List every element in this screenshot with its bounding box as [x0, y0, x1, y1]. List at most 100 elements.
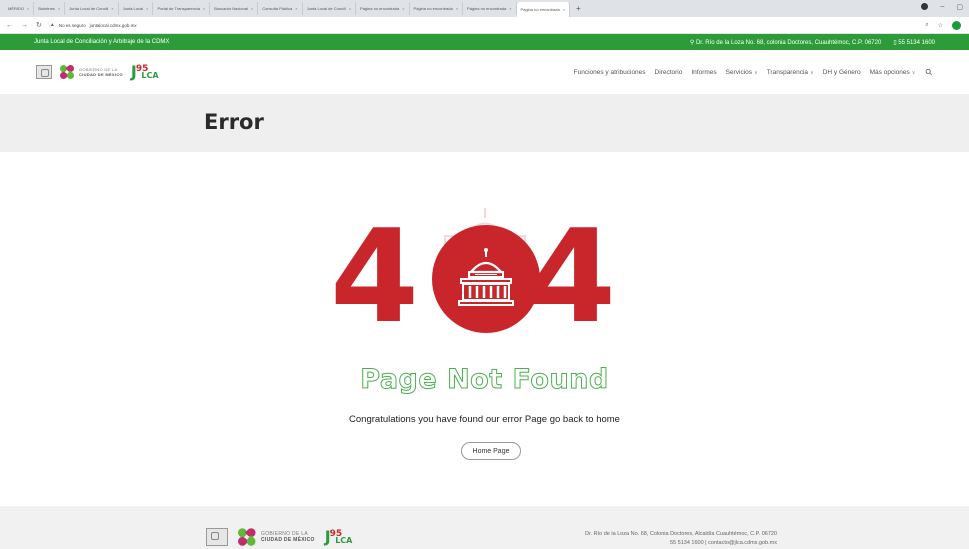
location-pin-icon: ⚲ — [689, 39, 695, 46]
close-tab-icon[interactable]: × — [58, 6, 60, 11]
close-tab-icon[interactable]: × — [251, 6, 253, 11]
national-seal-logo — [36, 65, 52, 79]
url-field[interactable]: ▲ No es seguro juntalocal.cdmx.gob.mx — [50, 22, 137, 28]
error-content: 4 4 Page Not Found Congratulations you h… — [0, 152, 969, 499]
close-tab-icon[interactable]: × — [146, 6, 148, 11]
close-tab-icon[interactable]: × — [295, 6, 297, 11]
browser-tab-label: Página no encontrada — [413, 6, 453, 11]
close-tab-icon[interactable]: × — [509, 6, 511, 11]
browser-tab-label: Portal de Transparencia — [157, 6, 200, 11]
nav-item[interactable]: Informes — [691, 69, 716, 76]
browser-tab[interactable]: Junta Local de Concili × — [65, 2, 119, 15]
browser-tab[interactable]: Consulta Pública × — [258, 2, 303, 15]
error-digit-left: 4 — [330, 203, 420, 352]
phone-text[interactable]: 55 5134 1600 — [898, 40, 935, 46]
page-title: Error — [204, 110, 264, 134]
footer-cdmx-emblem-icon — [236, 526, 258, 548]
not-secure-icon: ▲ — [49, 22, 55, 28]
site-header: GOBIERNO DE LA CIUDAD DE MÉXICO J 95 LCA… — [0, 50, 969, 94]
back-icon[interactable]: ← — [6, 22, 13, 29]
site-footer: GOBIERNO DE LA CIUDAD DE MÉXICO J 95 LCA… — [0, 506, 969, 549]
forward-icon[interactable]: → — [21, 22, 28, 29]
window-controls: – ▢ — [921, 3, 963, 11]
phone-icon: ▯ — [893, 39, 897, 46]
cdmx-logo: GOBIERNO DE LA CIUDAD DE MÉXICO — [58, 63, 123, 81]
reload-icon[interactable]: ↻ — [36, 21, 42, 29]
browser-tab[interactable]: Boletines × — [34, 2, 66, 15]
browser-tab-label: Página no encontrada — [467, 6, 507, 11]
error-digit-right: 4 — [527, 203, 617, 352]
nav-item-label: Más opciones — [869, 68, 910, 76]
maximize-icon[interactable]: ▢ — [956, 3, 963, 11]
browser-tab[interactable]: Página no encontrada × — [410, 2, 464, 15]
new-tab-icon[interactable]: + — [576, 4, 581, 13]
nav-item-label: Servicios — [725, 68, 753, 76]
browser-tab[interactable]: MÉRIDO × — [4, 2, 35, 15]
nav-item-label: Informes — [691, 68, 717, 76]
nav-item-label: Transparencia — [766, 68, 809, 76]
chevron-down-icon: ∨ — [810, 69, 814, 76]
home-page-button[interactable]: Home Page — [461, 442, 521, 460]
address-bar: ← → ↻ ▲ No es seguro juntalocal.cdmx.gob… — [0, 17, 969, 34]
bookmark-star-icon[interactable]: ☆ — [938, 22, 943, 29]
main-navigation: Funciones y atribuciones Directorio Inform… — [574, 66, 936, 78]
close-tab-icon[interactable]: × — [349, 6, 351, 11]
institution-name: Junta Local de Conciliación y Arbitraje … — [34, 39, 170, 45]
chevron-down-icon: ∨ — [754, 69, 758, 76]
nav-item[interactable]: Transparencia ∨ — [767, 69, 814, 76]
location-line: ⚲ Dr. Río de la Loza No. 68, colonia Doc… — [690, 39, 881, 46]
search-icon[interactable]: ⚲ — [923, 66, 935, 78]
footer-cdmx-logo: GOBIERNO DE LA CIUDAD DE MÉXICO — [236, 526, 315, 548]
cdmx-logo-text: GOBIERNO DE LA CIUDAD DE MÉXICO — [79, 67, 123, 77]
footer-national-seal-logo — [206, 528, 228, 546]
footer-phone-email[interactable]: 55 5134 1600 | contacto@jlca.cdmx.gob.mx — [585, 539, 777, 548]
nav-item[interactable]: Más opciones ∨ — [870, 69, 916, 76]
address-text: Dr. Río de la Loza No. 68, colonia Docto… — [695, 39, 882, 46]
nav-item[interactable]: Servicios ∨ — [726, 69, 758, 76]
nav-item-label: Funciones y atribuciones — [573, 68, 646, 76]
tab-list: MÉRIDO × Boletines × Junta Local de Concili ×… — [4, 0, 571, 17]
browser-tab[interactable]: Buscador Nacional × — [210, 2, 259, 15]
url-text[interactable]: juntalocal.cdmx.gob.mx — [90, 23, 137, 28]
footer-logo-group: GOBIERNO DE LA CIUDAD DE MÉXICO J 95 LCA — [206, 526, 353, 548]
nav-item-label: Directorio — [654, 68, 683, 76]
browser-tab[interactable]: Página no encontrada × — [516, 2, 571, 17]
close-tab-icon[interactable]: × — [203, 6, 205, 11]
nav-item[interactable]: Funciones y atribuciones — [574, 69, 646, 76]
close-tab-icon[interactable]: × — [27, 6, 29, 11]
nav-item[interactable]: DH y Género — [823, 69, 861, 76]
phone-line: ▯ 55 5134 1600 — [893, 39, 935, 46]
minimize-icon[interactable]: – — [940, 3, 944, 11]
zoom-icon[interactable]: ⌕ — [925, 22, 928, 29]
browser-tab-label: Junta Local — [122, 6, 144, 11]
error-message: Congratulations you have found our error… — [349, 414, 620, 425]
browser-tab[interactable]: Junta Local de Concili × — [303, 2, 357, 15]
browser-tab-label: Boletines — [38, 6, 55, 11]
browser-actions: ⌕ ☆ — [925, 21, 961, 30]
browser-tab-label: MÉRIDO — [8, 6, 24, 11]
contact-info: ⚲ Dr. Río de la Loza No. 68, colonia Doc… — [690, 39, 935, 46]
record-icon[interactable] — [921, 3, 929, 10]
browser-tab-label: Junta Local de Concili — [306, 6, 346, 11]
browser-tab[interactable]: Página no encontrada × — [356, 2, 410, 15]
browser-tab[interactable]: Junta Local × — [119, 2, 154, 15]
nav-item[interactable]: Directorio — [655, 69, 683, 76]
close-tab-icon[interactable]: × — [111, 6, 113, 11]
footer-cdmx-logo-text: GOBIERNO DE LA CIUDAD DE MÉXICO — [261, 531, 315, 543]
footer-address: Dr. Río de la Loza No. 68, Colonia Docto… — [585, 531, 777, 537]
browser-tab-label: Buscador Nacional — [214, 6, 248, 11]
browser-tab[interactable]: Portal de Transparencia × — [153, 2, 211, 15]
close-tab-icon[interactable]: × — [563, 7, 565, 12]
browser-tab-label: Consulta Pública — [262, 6, 293, 11]
logo-group[interactable]: GOBIERNO DE LA CIUDAD DE MÉXICO J 95 LCA — [36, 63, 159, 81]
close-tab-icon[interactable]: × — [456, 6, 458, 11]
footer-jlca-logo: J 95 LCA — [324, 527, 353, 546]
profile-avatar[interactable] — [952, 21, 961, 30]
browser-tab[interactable]: Página no encontrada × — [463, 2, 517, 15]
footer-contact: Dr. Río de la Loza No. 68, Colonia Docto… — [585, 530, 777, 548]
cdmx-emblem-icon — [58, 63, 76, 81]
capitol-building-icon — [458, 248, 514, 306]
browser-tab-strip: MÉRIDO × Boletines × Junta Local de Concili ×… — [0, 0, 969, 17]
close-tab-icon[interactable]: × — [402, 6, 404, 11]
browser-tab-label: Página no encontrada — [360, 6, 400, 11]
